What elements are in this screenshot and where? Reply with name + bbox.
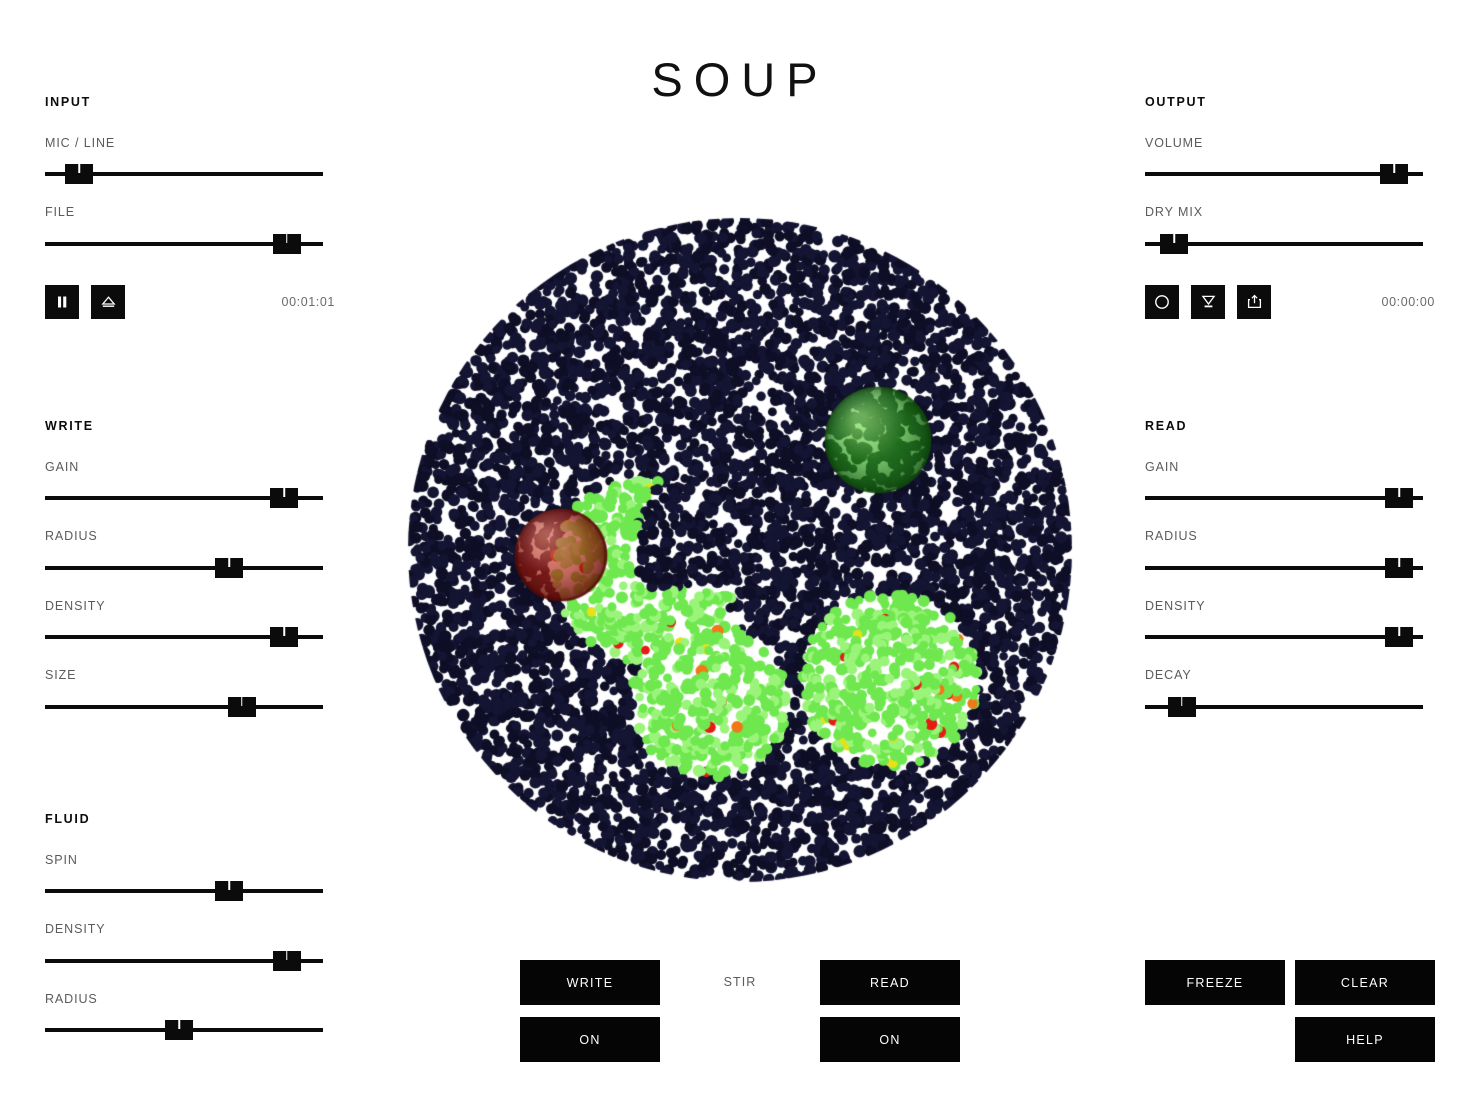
slider-track[interactable]: [45, 704, 323, 709]
slider-label: SPIN: [45, 852, 78, 867]
freeze-button[interactable]: FREEZE: [1145, 960, 1285, 1005]
slider-label: DECAY: [1145, 668, 1192, 682]
slider-track[interactable]: [1145, 635, 1423, 639]
write-button[interactable]: WRITE: [520, 960, 660, 1005]
slider-handle[interactable]: [270, 488, 298, 508]
record-circle-icon: [1153, 293, 1171, 311]
slider-handle[interactable]: [227, 696, 256, 717]
slider-label: RADIUS: [45, 991, 98, 1006]
output-section-header: OUTPUT: [1145, 95, 1207, 109]
share-upload-icon: [1246, 293, 1263, 310]
help-button[interactable]: HELP: [1295, 1017, 1435, 1062]
slider-read-density[interactable]: DENSITY: [1145, 598, 1435, 649]
slider-label: FILE: [45, 205, 75, 219]
slider-label: GAIN: [1145, 459, 1180, 474]
slider-label: DENSITY: [45, 922, 106, 936]
slider-handle[interactable]: [272, 950, 301, 971]
slider-track[interactable]: [45, 889, 323, 893]
slider-track[interactable]: [1145, 496, 1423, 500]
download-button[interactable]: [1191, 284, 1225, 319]
slider-label: VOLUME: [1145, 135, 1204, 150]
output-timecode: 00:00:00: [1381, 294, 1435, 309]
input-panel: INPUT MIC / LINE FILE 00:01:01: [45, 96, 335, 319]
slider-handle[interactable]: [65, 164, 93, 184]
stir-label: STIR: [723, 975, 757, 989]
slider-label: GAIN: [45, 459, 80, 474]
slider-read-decay[interactable]: DECAY: [1145, 669, 1435, 718]
slider-handle[interactable]: [1385, 557, 1413, 578]
slider-label: DENSITY: [1145, 598, 1206, 613]
slider-handle[interactable]: [165, 1020, 193, 1040]
output-panel: OUTPUT VOLUME DRY MIX 00:00:00: [1145, 96, 1435, 319]
slider-handle[interactable]: [270, 627, 298, 647]
slider-handle[interactable]: [215, 881, 243, 901]
eject-icon: [100, 294, 117, 310]
slider-mic-line[interactable]: MIC / LINE: [45, 135, 335, 186]
fluid-section-header: FLUID: [45, 812, 91, 826]
slider-write-radius[interactable]: RADIUS: [45, 530, 335, 579]
slider-handle[interactable]: [1385, 627, 1413, 647]
slider-read-radius[interactable]: RADIUS: [1145, 530, 1435, 579]
particle-soup-canvas[interactable]: [398, 208, 1082, 892]
slider-label: RADIUS: [1145, 529, 1198, 543]
slider-label: DENSITY: [45, 598, 106, 613]
share-button[interactable]: [1237, 284, 1271, 319]
slider-label: MIC / LINE: [45, 135, 116, 150]
read-on-toggle[interactable]: ON: [820, 1017, 960, 1062]
slider-handle[interactable]: [272, 233, 301, 254]
slider-fluid-radius[interactable]: RADIUS: [45, 991, 335, 1042]
pause-icon: [54, 294, 70, 310]
write-section-header: WRITE: [45, 419, 94, 433]
clear-button[interactable]: CLEAR: [1295, 960, 1435, 1005]
output-transport-row: 00:00:00: [1145, 284, 1435, 319]
slider-write-density[interactable]: DENSITY: [45, 598, 335, 649]
input-section-header: INPUT: [45, 95, 91, 109]
pause-button[interactable]: [45, 284, 79, 319]
slider-handle[interactable]: [1380, 164, 1408, 184]
slider-label: DRY MIX: [1145, 205, 1203, 219]
slider-handle[interactable]: [215, 557, 243, 578]
slider-handle[interactable]: [1160, 233, 1188, 254]
slider-dry-mix[interactable]: DRY MIX: [1145, 206, 1435, 255]
write-panel: WRITE GAIN RADIUS DENSITY SIZE: [45, 420, 335, 739]
slider-handle[interactable]: [1385, 488, 1413, 508]
fluid-panel: FLUID SPIN DENSITY RADIUS: [45, 813, 335, 1062]
slider-handle[interactable]: [1167, 696, 1196, 717]
input-timecode: 00:01:01: [281, 294, 335, 309]
read-button[interactable]: READ: [820, 960, 960, 1005]
slider-label: SIZE: [45, 668, 77, 682]
particle-soup-visualization[interactable]: [398, 208, 1082, 892]
input-transport-row: 00:01:01: [45, 284, 335, 319]
slider-write-size[interactable]: SIZE: [45, 669, 335, 718]
slider-label: RADIUS: [45, 529, 98, 543]
slider-track[interactable]: [1145, 565, 1423, 570]
slider-file[interactable]: FILE: [45, 206, 335, 255]
read-panel: READ GAIN RADIUS DENSITY DECAY: [1145, 420, 1435, 739]
record-button[interactable]: [1145, 284, 1179, 319]
slider-fluid-density[interactable]: DENSITY: [45, 923, 335, 972]
download-icon: [1200, 293, 1217, 310]
eject-button[interactable]: [91, 284, 125, 319]
slider-volume[interactable]: VOLUME: [1145, 135, 1435, 186]
slider-fluid-spin[interactable]: SPIN: [45, 852, 335, 903]
slider-read-gain[interactable]: GAIN: [1145, 459, 1435, 510]
slider-write-gain[interactable]: GAIN: [45, 459, 335, 510]
read-section-header: READ: [1145, 419, 1188, 433]
write-on-toggle[interactable]: ON: [520, 1017, 660, 1062]
slider-track[interactable]: [45, 565, 323, 570]
